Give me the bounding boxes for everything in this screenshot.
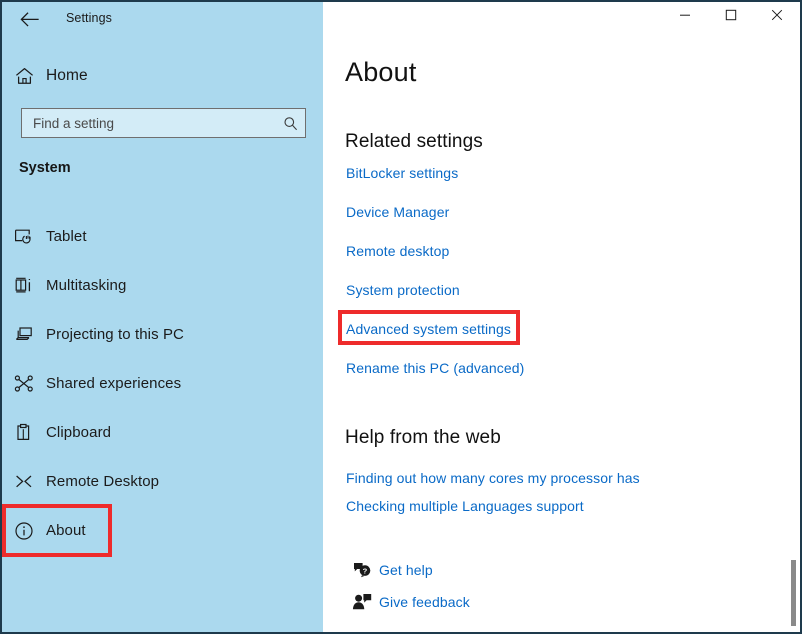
sidebar-nav-list: Tablet Multitasking Projecting to this P…: [2, 223, 323, 566]
link-remote-desktop[interactable]: Remote desktop: [346, 243, 449, 259]
info-icon: [2, 521, 46, 541]
settings-window: Settings Home System: [0, 0, 802, 634]
shared-experiences-icon: [2, 374, 46, 393]
page-title: About: [345, 57, 417, 87]
svg-text:?: ?: [363, 567, 368, 576]
minimize-button[interactable]: [662, 2, 708, 32]
sidebar-item-label: Remote Desktop: [46, 473, 160, 490]
back-arrow-icon: [19, 11, 39, 27]
related-settings-heading: Related settings: [345, 131, 483, 152]
app-title: Settings: [66, 11, 112, 25]
projecting-icon: [2, 325, 46, 344]
vertical-scrollbar[interactable]: [788, 2, 797, 632]
sidebar-item-label-home: Home: [46, 67, 88, 84]
give-feedback-icon: [345, 592, 379, 611]
window-controls: [662, 2, 800, 32]
sidebar-item-label: Multitasking: [46, 277, 127, 294]
link-system-protection[interactable]: System protection: [346, 282, 460, 298]
sidebar-item-home[interactable]: Home: [2, 60, 323, 92]
sidebar-item-about[interactable]: About: [2, 504, 323, 557]
sidebar-item-projecting-to-this-pc[interactable]: Projecting to this PC: [2, 321, 323, 348]
get-help-icon: ?: [345, 560, 379, 579]
scrollbar-thumb[interactable]: [791, 560, 796, 626]
close-icon: [771, 8, 783, 26]
minimize-icon: [679, 8, 691, 26]
help-from-web-heading: Help from the web: [345, 427, 501, 448]
sidebar-item-remote-desktop[interactable]: Remote Desktop: [2, 468, 323, 495]
sidebar-item-label: Clipboard: [46, 424, 112, 441]
sidebar-item-clipboard[interactable]: Clipboard: [2, 419, 323, 446]
tablet-icon: [2, 227, 46, 246]
give-feedback-link[interactable]: Give feedback: [345, 592, 470, 611]
main-content: About Related settings BitLocker setting…: [323, 2, 800, 632]
home-icon: [2, 67, 46, 85]
link-bitlocker-settings[interactable]: BitLocker settings: [346, 165, 458, 181]
search-icon[interactable]: [275, 116, 305, 131]
clipboard-icon: [2, 423, 46, 442]
sidebar-item-label: Tablet: [46, 228, 87, 245]
get-help-label: Get help: [379, 561, 433, 578]
sidebar-item-label: About: [46, 522, 86, 539]
get-help-link[interactable]: ? Get help: [345, 560, 433, 579]
sidebar-item-tablet[interactable]: Tablet: [2, 223, 323, 250]
maximize-icon: [725, 8, 737, 26]
give-feedback-label: Give feedback: [379, 593, 470, 610]
maximize-button[interactable]: [708, 2, 754, 32]
back-button[interactable]: [14, 6, 44, 32]
sidebar-section-header: System: [19, 160, 71, 176]
sidebar-item-shared-experiences[interactable]: Shared experiences: [2, 370, 323, 397]
sidebar-item-multitasking[interactable]: Multitasking: [2, 272, 323, 299]
sidebar-item-label: Shared experiences: [46, 375, 182, 392]
link-checking-languages[interactable]: Checking multiple Languages support: [346, 498, 584, 514]
remote-desktop-icon: [2, 472, 46, 491]
sidebar: Settings Home System: [2, 2, 323, 632]
link-advanced-system-settings[interactable]: Advanced system settings: [346, 321, 511, 337]
selection-indicator: [2, 514, 6, 547]
link-rename-this-pc[interactable]: Rename this PC (advanced): [346, 360, 524, 376]
multitasking-icon: [2, 276, 46, 295]
search-box[interactable]: [21, 108, 306, 138]
link-finding-out-cores[interactable]: Finding out how many cores my processor …: [346, 470, 640, 486]
title-bar: Settings: [2, 2, 323, 36]
sidebar-item-label: Projecting to this PC: [46, 326, 184, 343]
link-device-manager[interactable]: Device Manager: [346, 204, 449, 220]
search-input[interactable]: [22, 115, 275, 131]
